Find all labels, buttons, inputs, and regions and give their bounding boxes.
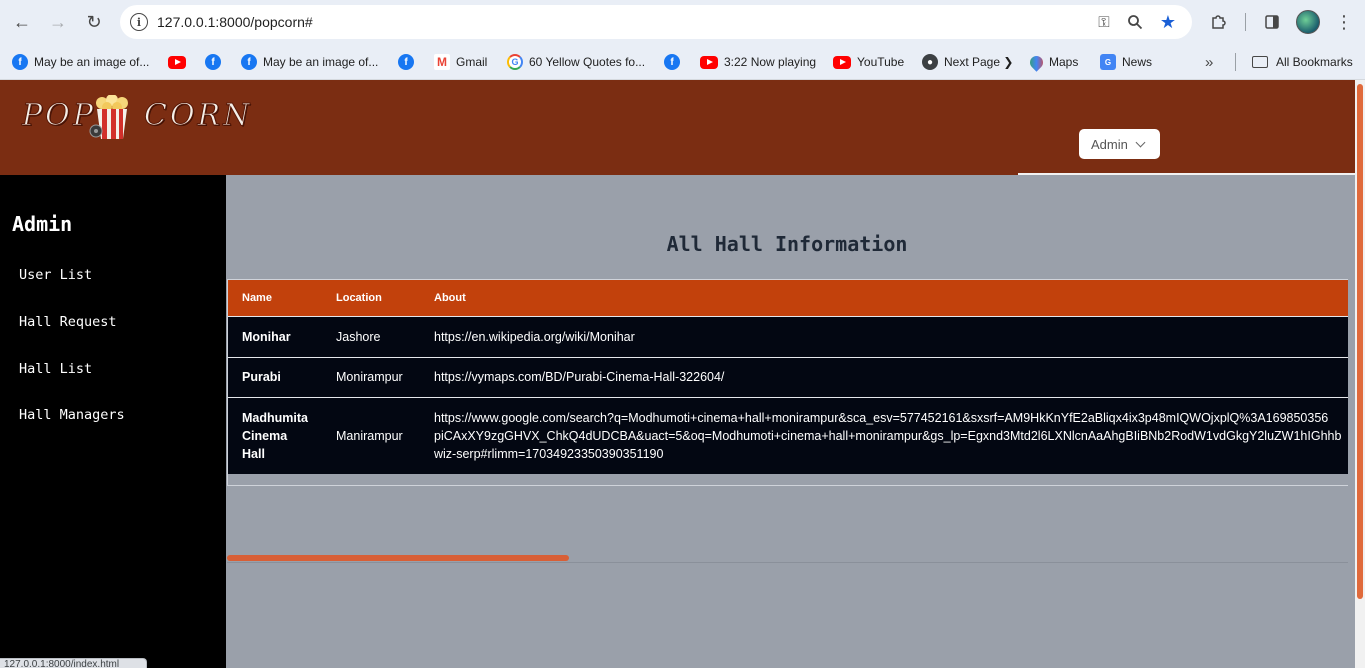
column-header-name: Name — [242, 291, 272, 304]
facebook-icon: f — [664, 54, 680, 70]
maps-icon — [1027, 52, 1046, 72]
sidebar-item-hall-list[interactable]: Hall List — [19, 361, 92, 377]
bookmark-item[interactable]: M Gmail — [434, 52, 487, 72]
youtube-icon — [700, 55, 718, 69]
hall-table: Name Location About Monihar Jashore http… — [228, 280, 1348, 474]
column-header-about: About — [434, 291, 466, 304]
folder-icon — [1252, 56, 1268, 68]
site-header: POP CORN Admin — [0, 80, 1355, 175]
youtube-icon — [168, 55, 186, 69]
sidebar-item-hall-managers[interactable]: Hall Managers — [19, 407, 125, 423]
gmail-icon: M — [434, 54, 450, 70]
bookmark-item[interactable] — [168, 52, 192, 72]
sidebar-item-hall-request[interactable]: Hall Request — [19, 314, 117, 330]
sidebar-title: Admin — [12, 212, 73, 236]
password-key-icon[interactable]: ⚿ — [1094, 12, 1114, 32]
page-viewport: POP CORN Admin Admin User List Hall Requ… — [0, 80, 1355, 668]
extensions-icon[interactable] — [1206, 10, 1230, 34]
admin-sidebar: Admin User List Hall Request Hall List H… — [0, 175, 226, 668]
hall-table-container[interactable]: Name Location About Monihar Jashore http… — [227, 279, 1348, 486]
browser-toolbar: ← → ↻ i 127.0.0.1:8000/popcorn# ⚿ ★ ⋮ — [0, 0, 1365, 44]
menu-kebab-icon[interactable]: ⋮ — [1332, 10, 1356, 34]
toolbar-divider — [1245, 13, 1246, 31]
hall-location: Manirampur — [336, 428, 403, 443]
hall-name: Purabi — [242, 370, 281, 384]
site-info-icon[interactable]: i — [130, 13, 148, 31]
bookmark-item[interactable]: ● Next Page ❯ — [922, 52, 1013, 72]
hall-location: Jashore — [336, 329, 381, 344]
forward-arrow-icon[interactable]: → — [45, 9, 71, 35]
popcorn-bucket-icon — [89, 95, 128, 139]
bookmarks-divider — [1235, 53, 1236, 71]
bookmark-item[interactable]: 3:22 Now playing — [700, 52, 816, 72]
bookmark-item[interactable]: G 60 Yellow Quotes fo... — [507, 52, 645, 72]
scrollbar-thumb[interactable] — [227, 555, 569, 561]
facebook-icon: f — [398, 54, 414, 70]
bookmark-item[interactable]: f — [398, 52, 420, 72]
hall-about: https://www.google.com/search?q=Modhumot… — [434, 410, 1342, 461]
bookmark-item[interactable]: f May be an image of... — [241, 52, 378, 72]
reload-icon[interactable]: ↻ — [81, 9, 107, 35]
bookmarks-bar: f May be an image of... f f May be an imag… — [0, 44, 1365, 80]
facebook-icon: f — [12, 54, 28, 70]
chevron-down-icon — [1135, 137, 1146, 147]
bookmark-item[interactable]: f — [664, 52, 686, 72]
table-horizontal-scrollbar[interactable] — [227, 553, 1348, 563]
url-text[interactable]: 127.0.0.1:8000/popcorn# — [157, 14, 313, 30]
back-arrow-icon[interactable]: ← — [9, 9, 35, 35]
sidebar-item-user-list[interactable]: User List — [19, 267, 92, 283]
hall-about: https://vymaps.com/BD/Purabi-Cinema-Hall… — [434, 370, 725, 384]
bookmark-item[interactable]: f — [205, 52, 227, 72]
table-header-row: Name Location About — [228, 280, 1348, 316]
hall-name: Madhumita Cinema Hall — [242, 410, 308, 461]
google-icon: G — [507, 54, 523, 70]
admin-dropdown[interactable]: Admin — [1079, 129, 1160, 159]
all-bookmarks-folder[interactable]: All Bookmarks — [1252, 52, 1353, 72]
address-bar[interactable]: i 127.0.0.1:8000/popcorn# ⚿ ★ — [120, 5, 1192, 39]
facebook-icon: f — [205, 54, 221, 70]
bookmark-star-icon[interactable]: ★ — [1158, 12, 1178, 32]
header-divider — [1018, 173, 1355, 175]
table-row: Monihar Jashore https://en.wikipedia.org… — [228, 316, 1348, 357]
hall-location: Monirampur — [336, 370, 403, 384]
bookmark-item[interactable]: Maps — [1027, 52, 1078, 72]
popcorn-logo[interactable]: POP CORN — [22, 92, 254, 142]
page-title: All Hall Information — [666, 232, 908, 256]
youtube-icon — [833, 55, 851, 69]
table-row: Madhumita Cinema Hall Manirampur https:/… — [228, 397, 1348, 474]
news-icon: G — [1100, 54, 1116, 70]
zoom-icon[interactable] — [1125, 12, 1145, 32]
bookmarks-overflow-icon[interactable]: » — [1205, 52, 1213, 72]
hall-name: Monihar — [242, 329, 291, 344]
column-header-location: Location — [336, 291, 382, 304]
scrollbar-thumb[interactable] — [1357, 84, 1363, 599]
hall-about: https://en.wikipedia.org/wiki/Monihar — [434, 329, 635, 344]
bookmark-item[interactable]: G News — [1100, 52, 1152, 72]
side-panel-icon[interactable] — [1260, 10, 1284, 34]
page-vertical-scrollbar[interactable] — [1355, 80, 1365, 668]
status-bar-url: 127.0.0.1:8000/index.html — [0, 658, 147, 668]
globe-icon: ● — [922, 54, 938, 70]
bookmark-item[interactable]: YouTube — [833, 52, 904, 72]
bookmark-item[interactable]: f May be an image of... — [12, 52, 149, 72]
facebook-icon: f — [241, 54, 257, 70]
profile-avatar[interactable] — [1296, 10, 1320, 34]
table-row: Purabi Monirampur https://vymaps.com/BD/… — [228, 357, 1348, 397]
